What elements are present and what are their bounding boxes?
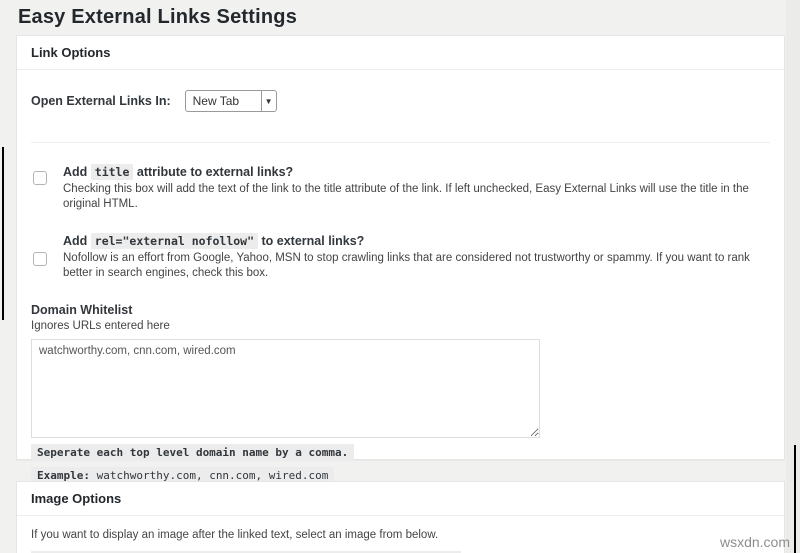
- section-divider: [31, 142, 770, 143]
- code-snippet: rel="external nofollow": [90, 233, 259, 249]
- whitelist-hint: Seperate each top level domain name by a…: [31, 444, 355, 461]
- chevron-down-icon: ▼: [260, 91, 276, 111]
- right-edge-artifact: [794, 445, 796, 553]
- right-gutter: [786, 0, 800, 553]
- title-attribute-checkbox[interactable]: [33, 171, 47, 185]
- label-suffix: attribute to external links?: [133, 165, 294, 179]
- image-options-heading: Image Options: [17, 482, 784, 516]
- nofollow-label: Add rel="external nofollow" to external …: [63, 233, 770, 249]
- watermark-text: wsxdn.com: [719, 534, 790, 550]
- title-attribute-description: Checking this box will add the text of t…: [63, 183, 749, 210]
- title-attribute-text: Add title attribute to external links? C…: [63, 164, 770, 212]
- label-prefix: Add: [63, 234, 91, 248]
- domain-whitelist-label: Domain Whitelist: [31, 303, 133, 317]
- open-links-row: Open External Links In: New Tab ▼: [31, 90, 770, 112]
- nofollow-checkbox[interactable]: [33, 252, 47, 266]
- nofollow-description: Nofollow is an effort from Google, Yahoo…: [63, 252, 750, 279]
- nofollow-row: Add rel="external nofollow" to external …: [31, 233, 770, 281]
- open-links-label: Open External Links In:: [31, 94, 171, 108]
- link-options-panel: Link Options Open External Links In: New…: [16, 35, 785, 484]
- open-links-selected-value: New Tab: [192, 94, 240, 108]
- domain-whitelist-textarea[interactable]: watchworthy.com, cnn.com, wired.com: [31, 339, 540, 438]
- link-options-heading: Link Options: [17, 36, 784, 70]
- domain-whitelist-sublabel: Ignores URLs entered here: [31, 320, 170, 332]
- image-options-panel: Image Options If you want to display an …: [16, 481, 785, 553]
- left-edge-artifact: [2, 147, 4, 320]
- label-suffix: to external links?: [258, 234, 365, 248]
- page-title: Easy External Links Settings: [18, 6, 298, 28]
- title-attribute-row: Add title attribute to external links? C…: [31, 164, 770, 212]
- image-options-intro: If you want to display an image after th…: [31, 529, 439, 541]
- nofollow-text: Add rel="external nofollow" to external …: [63, 233, 770, 281]
- title-attribute-label: Add title attribute to external links?: [63, 164, 770, 180]
- code-snippet: title: [90, 164, 134, 180]
- open-links-select[interactable]: New Tab ▼: [184, 90, 277, 112]
- label-prefix: Add: [63, 165, 91, 179]
